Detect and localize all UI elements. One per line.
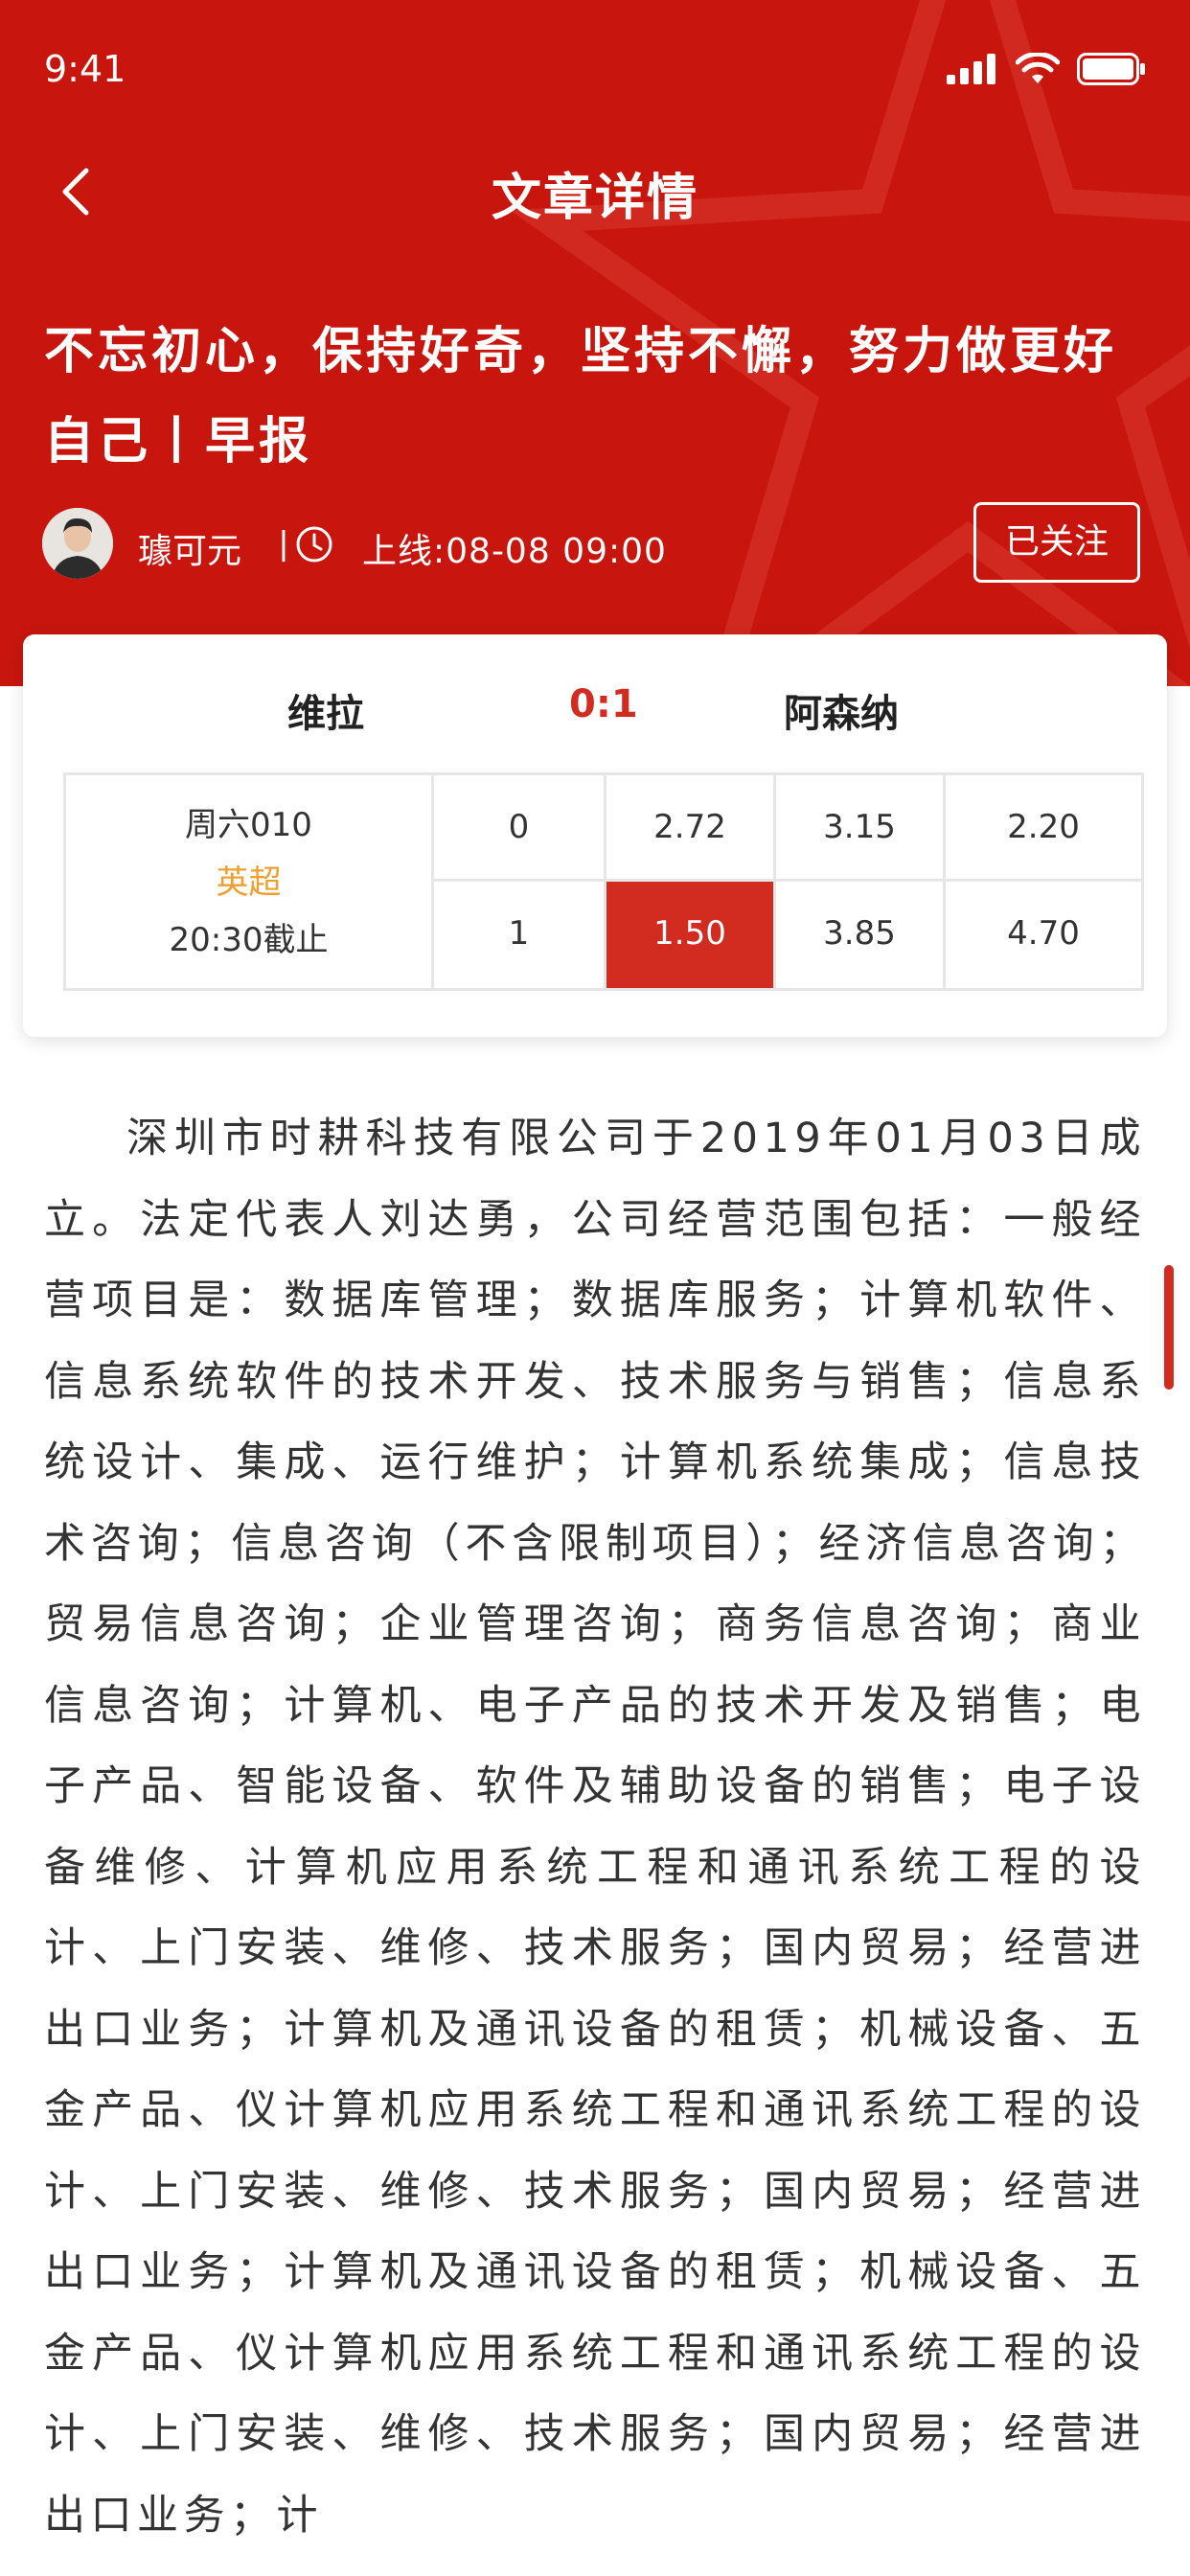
online-time: 上线:08-08 09:00: [362, 532, 667, 571]
follow-button[interactable]: 已关注: [973, 502, 1140, 583]
match-teams: 维拉 0:1 阿森纳: [23, 634, 1167, 769]
odds-cell[interactable]: 2.72: [606, 775, 776, 882]
away-team: 阿森纳: [784, 692, 899, 736]
odds-cell[interactable]: 3.15: [776, 775, 946, 882]
match-code: 周六010: [185, 806, 312, 844]
odds-cell[interactable]: 3.85: [776, 882, 946, 988]
odds-cell-selected[interactable]: 1.50: [606, 882, 776, 988]
navigation-bar: 文章详情: [0, 144, 1190, 240]
match-deadline: 20:30截止: [169, 921, 329, 959]
battery-icon: [1077, 53, 1145, 85]
avatar-person-icon: [42, 508, 113, 579]
author-avatar[interactable]: [42, 508, 113, 579]
article-title: 不忘初心，保持好奇，坚持不懈，努力做更好自己丨早报: [44, 323, 1118, 471]
match-info-cell: 周六010 英超 20:30截止: [66, 775, 434, 988]
article-detail-page: 9:41 文章详情 不忘初心，保持好奇，坚持不懈，努力做更好自己丨早报 璩可元 …: [0, 0, 1190, 2576]
handicap-cell: 1: [434, 882, 606, 988]
article-meta: 璩可元 丨 上线:08-08 09:00 已关注: [42, 502, 1144, 585]
article-body: 深圳市时耕科技有限公司于2019年01月03日成立。法定代表人刘达勇，公司经营范…: [44, 1115, 1146, 2540]
match-card[interactable]: 维拉 0:1 阿森纳 周六010 英超 20:30截止 0 2.72 3.15 …: [23, 634, 1167, 1037]
status-icons: [947, 50, 1146, 88]
league-name: 英超: [216, 863, 282, 902]
clock-icon: [296, 526, 332, 563]
signal-icon: [947, 54, 995, 84]
odds-table: 周六010 英超 20:30截止 0 2.72 3.15 2.20 1 1.50…: [63, 772, 1144, 991]
odds-cell[interactable]: 2.20: [946, 775, 1141, 882]
status-time: 9:41: [44, 48, 126, 90]
home-team: 维拉: [287, 692, 364, 736]
match-score: 0:1: [569, 682, 638, 726]
odds-cell[interactable]: 4.70: [946, 882, 1141, 988]
header-banner: 9:41 文章详情 不忘初心，保持好奇，坚持不懈，努力做更好自己丨早报 璩可元 …: [0, 0, 1190, 686]
scroll-indicator[interactable]: [1164, 1265, 1174, 1390]
wifi-icon: [1016, 53, 1060, 83]
handicap-cell: 0: [434, 775, 606, 882]
page-title: 文章详情: [491, 170, 698, 227]
status-bar: 9:41: [0, 0, 1190, 144]
author-name[interactable]: 璩可元: [138, 523, 241, 573]
